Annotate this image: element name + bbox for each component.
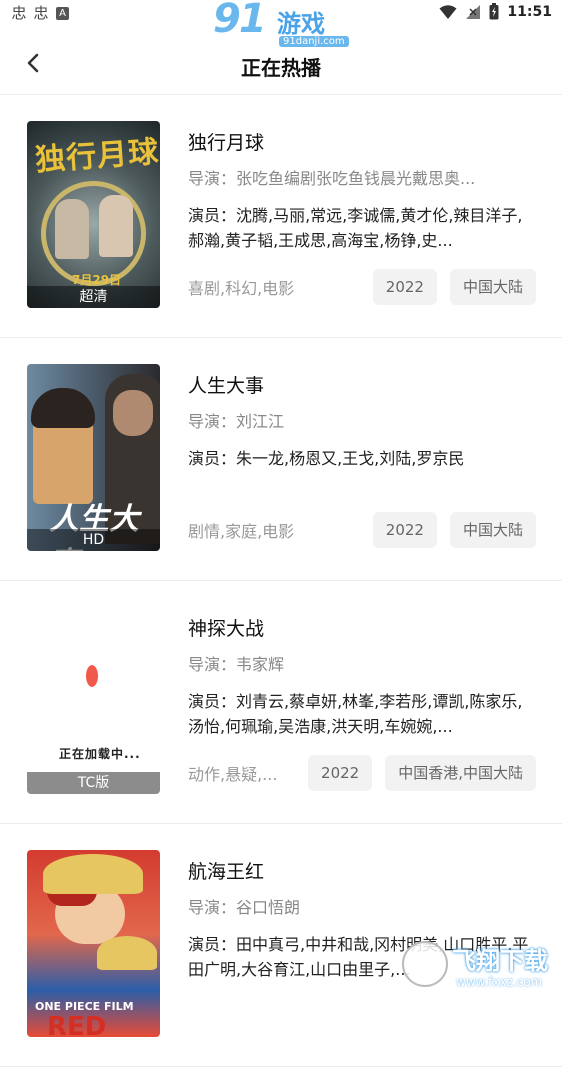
movie-cast: 演员：刘青云,蔡卓妍,林峯,李若彤,谭凯,陈家乐,汤怡,何珮瑜,吴浩康,洪天明,…	[188, 692, 523, 736]
movie-info: 独行月球 导演：张吃鱼编剧张吃鱼钱晨光戴思奥... 演员：沈腾,马丽,常远,李诚…	[188, 129, 538, 253]
year-tag: 2022	[372, 269, 437, 305]
movie-poster[interactable]: 正在加载中... TC版	[27, 607, 160, 794]
movie-list: 独行月球 7月29日 超清 独行月球 导演：张吃鱼编剧张吃鱼钱晨光戴思奥... …	[0, 95, 562, 1067]
a-badge-icon: A	[56, 6, 69, 20]
quality-badge: HD	[27, 529, 160, 551]
region-tag: 中国香港,中国大陆	[385, 755, 536, 791]
movie-cast: 演员：沈腾,马丽,常远,李诚儒,黄才伦,辣目洋子,郝瀚,黄子韬,王成思,高海宝,…	[188, 206, 523, 250]
watermark-icon	[402, 941, 448, 987]
wifi-icon	[439, 4, 457, 19]
poster-title: 独行月球	[34, 134, 160, 179]
movie-info: 神探大战 导演：韦家辉 演员：刘青云,蔡卓妍,林峯,李若彤,谭凯,陈家乐,汤怡,…	[188, 615, 538, 739]
movie-genre: 喜剧,科幻,电影	[188, 279, 295, 298]
movie-director: 导演：张吃鱼编剧张吃鱼钱晨光戴思奥...	[188, 169, 476, 188]
movie-poster[interactable]: 独行月球 7月29日 超清	[27, 121, 160, 308]
movie-genre: 动作,悬疑,...	[188, 765, 278, 784]
movie-poster[interactable]: ONE PIECE FILM RED	[27, 850, 160, 1037]
poster-title: RED	[47, 1012, 107, 1037]
status-bar-left: 忠 忠 A	[10, 4, 69, 22]
movie-poster[interactable]: 人生大事 HD	[27, 364, 160, 551]
movie-meta: 剧情,家庭,电影 2022 中国大陆	[188, 512, 536, 548]
movie-director: 导演：刘江江	[188, 412, 285, 431]
movie-info: 人生大事 导演：刘江江 演员：朱一龙,杨恩又,王戈,刘陆,罗京民	[188, 372, 538, 471]
quality-badge: TC版	[27, 772, 160, 794]
clock: 11:51	[507, 3, 552, 20]
status-bar-right: 11:51	[439, 3, 552, 20]
movie-title: 人生大事	[188, 375, 265, 397]
notification-icon: 忠	[11, 4, 27, 22]
movie-item[interactable]: 正在加载中... TC版 神探大战 导演：韦家辉 演员：刘青云,蔡卓妍,林峯,李…	[0, 581, 562, 824]
movie-meta: 喜剧,科幻,电影 2022 中国大陆	[188, 269, 536, 305]
movie-title: 航海王红	[188, 861, 265, 883]
signal-icon	[466, 4, 481, 19]
movie-title: 独行月球	[188, 132, 265, 154]
movie-genre: 剧情,家庭,电影	[188, 522, 295, 541]
battery-icon	[489, 3, 499, 20]
loading-dot	[86, 665, 98, 687]
quality-badge: 超清	[27, 286, 160, 308]
movie-director: 导演：谷口悟朗	[188, 898, 301, 917]
movie-tags: 2022 中国大陆	[372, 512, 536, 548]
movie-director: 导演：韦家辉	[188, 655, 285, 674]
region-tag: 中国大陆	[449, 269, 536, 305]
movie-item[interactable]: 独行月球 7月29日 超清 独行月球 导演：张吃鱼编剧张吃鱼钱晨光戴思奥... …	[0, 95, 562, 338]
movie-tags: 2022 中国大陆	[372, 269, 536, 305]
movie-cast: 演员：朱一龙,杨恩又,王戈,刘陆,罗京民	[188, 449, 465, 468]
year-tag: 2022	[372, 512, 437, 548]
movie-item[interactable]: 人生大事 HD 人生大事 导演：刘江江 演员：朱一龙,杨恩又,王戈,刘陆,罗京民…	[0, 338, 562, 581]
page-title: 正在热播	[241, 56, 321, 80]
app-header: 正在热播	[0, 28, 562, 95]
year-tag: 2022	[308, 755, 373, 791]
movie-tags: 2022 中国香港,中国大陆	[308, 755, 536, 791]
movie-meta: 动作,悬疑,... 2022 中国香港,中国大陆	[188, 755, 536, 791]
region-tag: 中国大陆	[449, 512, 536, 548]
poster-loading-text: 正在加载中...	[59, 747, 141, 761]
movie-title: 神探大战	[188, 618, 265, 640]
notification-icon: 忠	[33, 4, 49, 22]
watermark-logo-bottom: 飞翔下载 www.fxxz.com	[400, 935, 560, 999]
